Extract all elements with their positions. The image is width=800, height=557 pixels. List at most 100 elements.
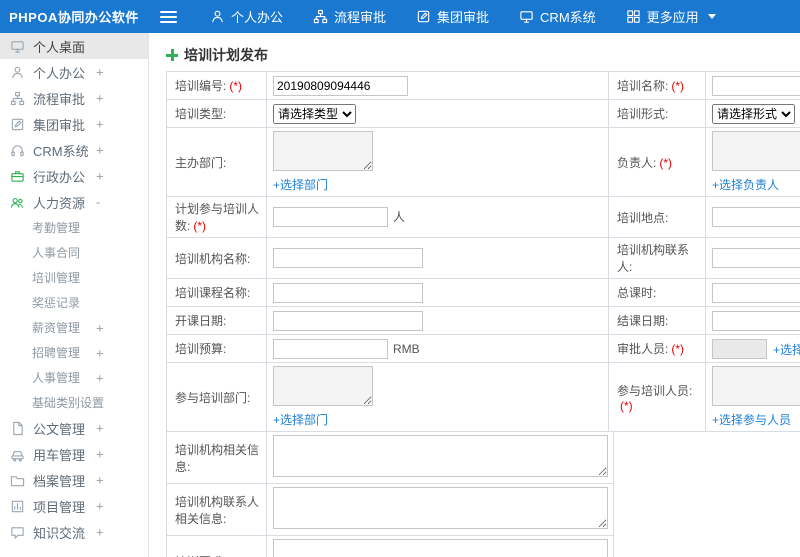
sidebar-item-label: 档案管理	[33, 473, 86, 489]
expand-icon[interactable]: +	[96, 143, 104, 158]
edit-icon	[10, 117, 25, 132]
approver-input[interactable]	[712, 338, 767, 359]
chat-icon	[10, 525, 25, 540]
participant-count-input[interactable]	[273, 207, 388, 227]
currency-label: RMB	[393, 341, 420, 356]
desktop-icon	[10, 39, 25, 54]
expand-icon[interactable]: +	[96, 65, 104, 80]
form-row: 培训课程名称: 总课时:	[166, 278, 800, 307]
end-date-input[interactable]	[712, 310, 800, 331]
expand-icon[interactable]: +	[96, 91, 104, 106]
topmenu-group-approval[interactable]: 集团审批	[401, 0, 504, 33]
sidebar-item-label: 培训管理	[32, 271, 81, 285]
sidebar-item-label: 项目管理	[33, 499, 86, 515]
total-hours-input[interactable]	[712, 282, 800, 303]
sidebar-item-project[interactable]: 项目管理 +	[0, 493, 148, 519]
sidebar-item-documents[interactable]: 公文管理 +	[0, 415, 148, 441]
sidebar-item-hr[interactable]: 人力资源 -	[0, 189, 148, 215]
sidebar-item-group-approval[interactable]: 集团审批 +	[0, 111, 148, 137]
form-row: 培训机构联系人相关信息:	[166, 483, 614, 536]
sidebar-item-vehicle[interactable]: 用车管理 +	[0, 441, 148, 467]
training-type-select[interactable]: 请选择类型	[273, 103, 356, 124]
expand-icon[interactable]: +	[96, 421, 104, 436]
org-contact-info-textarea[interactable]	[273, 487, 608, 529]
training-name-input[interactable]	[712, 75, 800, 96]
sidebar-item-rewards[interactable]: 奖惩记录	[0, 290, 148, 315]
expand-icon[interactable]: +	[96, 169, 104, 184]
sidebar-item-label: 奖惩记录	[32, 296, 81, 310]
sidebar-item-archive[interactable]: 档案管理 +	[0, 467, 148, 493]
sidebar-item-hr-contract[interactable]: 人事合同	[0, 240, 148, 265]
topmenu-more-apps[interactable]: 更多应用	[611, 0, 731, 33]
person-icon	[210, 9, 225, 24]
course-name-input[interactable]	[273, 282, 423, 303]
expand-icon[interactable]: +	[96, 499, 104, 514]
select-join-people-link[interactable]: +选择参与人员	[712, 411, 791, 428]
form-row: 培训机构名称: 培训机构联系人:	[166, 237, 800, 279]
expand-icon[interactable]: +	[96, 345, 104, 360]
leader-textarea[interactable]	[712, 131, 800, 171]
field-label: 总课时:	[608, 278, 706, 307]
sidebar-item-desktop[interactable]: 个人桌面	[0, 33, 148, 59]
budget-input[interactable]	[273, 338, 388, 359]
host-dept-textarea[interactable]	[273, 131, 373, 171]
sidebar-item-salary[interactable]: 薪资管理 +	[0, 315, 148, 340]
org-contact-input[interactable]	[712, 248, 800, 268]
select-join-dept-link[interactable]: +选择部门	[273, 411, 328, 428]
topmenu-label: 个人办公	[231, 10, 284, 25]
field-label: 培训类型:	[166, 99, 267, 128]
sidebar-item-knowledge[interactable]: 知识交流 +	[0, 519, 148, 545]
sidebar-item-training[interactable]: 培训管理	[0, 265, 148, 290]
sidebar-item-base-category[interactable]: 基础类别设置	[0, 390, 148, 415]
flow-icon	[313, 9, 328, 24]
expand-icon[interactable]: +	[96, 447, 104, 462]
training-number-input[interactable]	[273, 75, 408, 96]
menu-toggle-icon[interactable]	[160, 10, 177, 23]
topmenu-workflow-approval[interactable]: 流程审批	[298, 0, 401, 33]
sidebar-item-personal-office[interactable]: 个人办公 +	[0, 59, 148, 85]
top-bar: PHPOA协同办公软件 个人办公 流程审批 集团审批 CRM系统 更多应用	[0, 0, 800, 33]
expand-icon[interactable]: +	[96, 320, 104, 335]
topmenu-personal-office[interactable]: 个人办公	[195, 0, 298, 33]
sidebar-item-crm[interactable]: CRM系统 +	[0, 137, 148, 163]
select-leader-link[interactable]: +选择负责人	[712, 176, 779, 193]
form-table-main: 培训编号:(*) 培训名称:(*) 培训类型: 请选择类型 培训形式: 请选择形…	[166, 71, 800, 432]
expand-icon[interactable]: +	[96, 117, 104, 132]
sidebar-item-recruit[interactable]: 招聘管理 +	[0, 340, 148, 365]
required-mark: (*)	[193, 219, 207, 233]
app-logo: PHPOA协同办公软件	[9, 10, 139, 25]
topmenu-crm[interactable]: CRM系统	[504, 0, 611, 33]
folder-icon	[10, 473, 25, 488]
topmenu-label: 更多应用	[646, 10, 699, 25]
org-name-input[interactable]	[273, 248, 423, 268]
org-info-textarea[interactable]	[273, 435, 608, 477]
select-dept-link[interactable]: +选择部门	[273, 176, 328, 193]
field-label: 培训机构联系人相关信息:	[166, 483, 267, 536]
start-date-input[interactable]	[273, 310, 423, 331]
training-mode-select[interactable]: 请选择形式	[712, 103, 795, 124]
sidebar-item-admin-office[interactable]: 行政办公 +	[0, 163, 148, 189]
select-approver-link[interactable]: +选择审批人	[773, 341, 800, 358]
form-row: 主办部门: +选择部门 负责人: (*) +选择负责人	[166, 127, 800, 197]
expand-icon[interactable]: +	[96, 370, 104, 385]
field-label: 培训编号: (*)	[166, 71, 267, 100]
sidebar-item-label: 基础类别设置	[32, 396, 105, 410]
edit-icon	[416, 9, 431, 24]
join-people-textarea[interactable]	[712, 366, 800, 406]
join-dept-textarea[interactable]	[273, 366, 373, 406]
collapse-icon[interactable]: -	[96, 195, 100, 210]
field-label: 主办部门:	[166, 127, 267, 197]
sidebar-item-label: 用车管理	[33, 447, 86, 463]
expand-icon[interactable]: +	[96, 473, 104, 488]
requirement-textarea[interactable]	[273, 539, 608, 557]
sidebar-item-attendance[interactable]: 考勤管理	[0, 215, 148, 240]
form-row: 培训机构相关信息:	[166, 431, 614, 484]
field-label: 培训形式:	[608, 99, 706, 128]
training-place-input[interactable]	[712, 207, 800, 227]
field-label: 培训预算:	[166, 334, 267, 363]
field-label: 审批人员: (*)	[608, 334, 706, 363]
sidebar-item-workflow-approval[interactable]: 流程审批 +	[0, 85, 148, 111]
topmenu-label: 流程审批	[334, 10, 387, 25]
sidebar-item-personnel[interactable]: 人事管理 +	[0, 365, 148, 390]
expand-icon[interactable]: +	[96, 525, 104, 540]
